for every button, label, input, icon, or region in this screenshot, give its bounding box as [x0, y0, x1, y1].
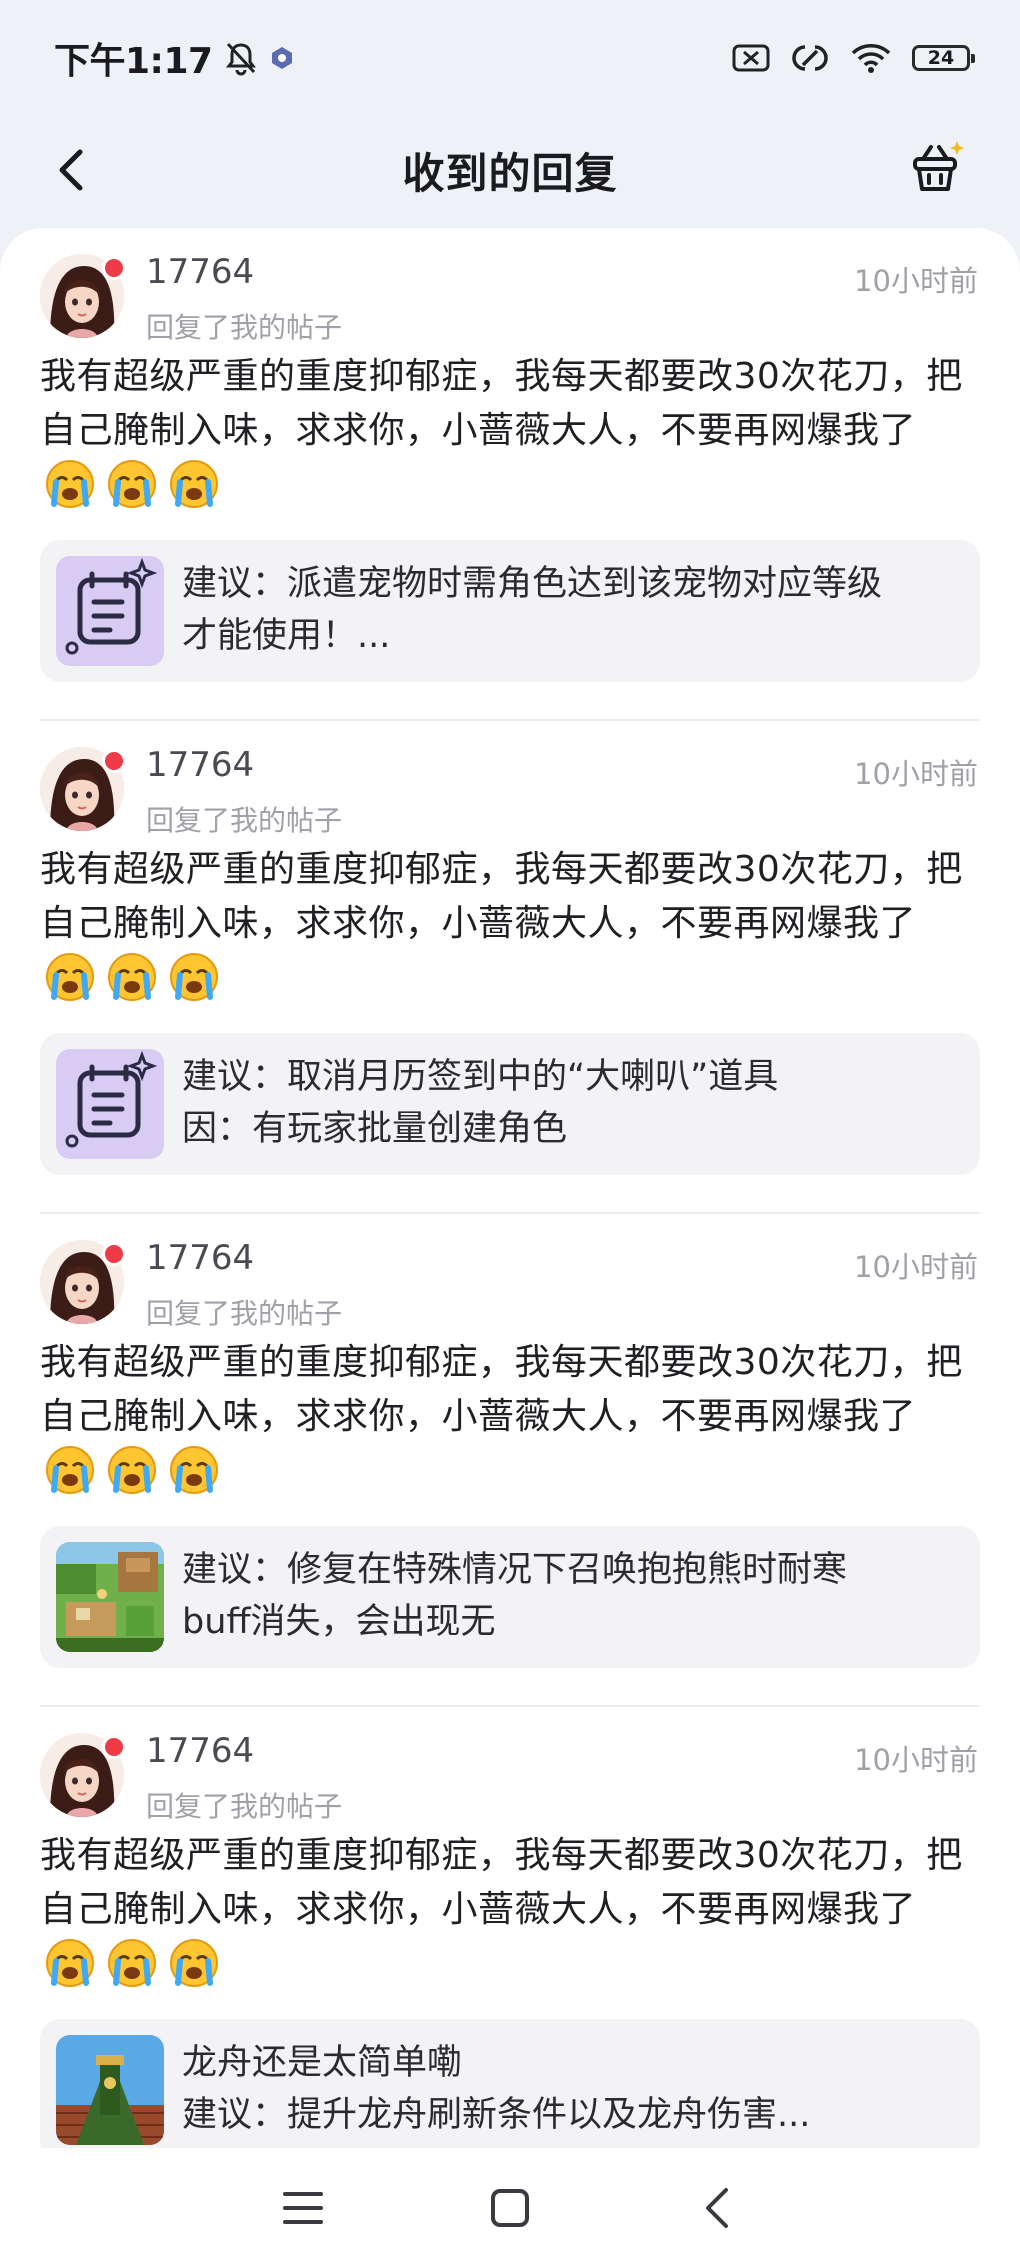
reply-action-label: 回复了我的帖子 — [146, 804, 343, 837]
crying-face-icon — [108, 1446, 156, 1494]
battery-icon: 24 — [912, 44, 975, 71]
reply-content[interactable]: 我有超级严重的重度抑郁症，我每天都要改30次花刀，把自己腌制入味，求求你，小蔷薇… — [40, 1336, 980, 1500]
unread-dot — [102, 1242, 126, 1266]
reply-action-label: 回复了我的帖子 — [146, 1297, 343, 1330]
chevron-left-icon — [59, 149, 83, 191]
quoted-line-1: 建议：派遣宠物时需角色达到该宠物对应等级 — [182, 564, 883, 604]
status-time: 下午1:17 — [54, 40, 213, 82]
reply-item[interactable]: 17764 回复了我的帖子 10小时前 我有超级严重的重度抑郁症，我每天都要改3… — [40, 1707, 980, 2148]
quoted-post[interactable]: 建议：派遣宠物时需角色达到该宠物对应等级 才能使用！... — [40, 540, 980, 682]
mute-bell-icon — [225, 42, 256, 75]
system-back-button[interactable] — [687, 2178, 747, 2238]
reply-text: 我有超级严重的重度抑郁症，我每天都要改30次花刀，把自己腌制入味，求求你，小蔷薇… — [40, 1835, 963, 1930]
quoted-post[interactable]: 龙舟还是太简单嘞 建议：提升龙舟刷新条件以及龙舟伤害... — [40, 2019, 980, 2148]
reply-item[interactable]: 17764 回复了我的帖子 10小时前 我有超级严重的重度抑郁症，我每天都要改3… — [40, 721, 980, 1214]
shop-button[interactable] — [902, 127, 972, 207]
crying-face-icon — [108, 1939, 156, 1987]
quoted-line-1: 建议：修复在特殊情况下召唤抱抱熊时耐寒 — [182, 1550, 848, 1590]
sim-off-icon — [732, 44, 770, 71]
crying-face-icon — [170, 1446, 218, 1494]
quoted-text: 建议：派遣宠物时需角色达到该宠物对应等级 才能使用！... — [182, 558, 962, 662]
crying-face-icon — [170, 1939, 218, 1987]
status-bar: 下午1:17 24 — [0, 0, 1020, 115]
back-button[interactable] — [52, 135, 112, 205]
reply-time: 10小时前 — [854, 264, 978, 298]
emoji-group — [44, 951, 220, 1003]
username[interactable]: 17764 — [146, 745, 254, 785]
app-notification-icon — [271, 46, 292, 69]
battery-level: 24 — [927, 46, 955, 69]
home-icon — [490, 2188, 529, 2227]
quoted-post[interactable]: 建议：取消月历签到中的“大喇叭”道具 因：有玩家批量创建角色 — [40, 1033, 980, 1175]
quoted-line-1: 建议：取消月历签到中的“大喇叭”道具 — [182, 1057, 779, 1097]
emoji-group — [44, 1937, 220, 1989]
shopping-basket-icon — [913, 141, 964, 191]
reply-text: 我有超级严重的重度抑郁症，我每天都要改30次花刀，把自己腌制入味，求求你，小蔷薇… — [40, 356, 963, 451]
quoted-post[interactable]: 建议：修复在特殊情况下召唤抱抱熊时耐寒 buff消失，会出现无 — [40, 1526, 980, 1668]
suggestion-note-icon — [56, 1049, 164, 1159]
emoji-group — [44, 1444, 220, 1496]
avatar[interactable] — [40, 1240, 126, 1324]
wifi-icon — [851, 43, 891, 73]
status-right: 24 — [732, 42, 975, 74]
dragon-boat-thumb — [56, 2035, 164, 2145]
crying-face-icon — [108, 460, 156, 508]
reply-content[interactable]: 我有超级严重的重度抑郁症，我每天都要改30次花刀，把自己腌制入味，求求你，小蔷薇… — [40, 1829, 980, 1993]
reply-time: 10小时前 — [854, 757, 978, 791]
crying-face-icon — [46, 460, 94, 508]
reply-item[interactable]: 17764 回复了我的帖子 10小时前 我有超级严重的重度抑郁症，我每天都要改3… — [40, 228, 980, 721]
crying-face-icon — [46, 1939, 94, 1987]
unread-dot — [102, 749, 126, 773]
menu-icon — [283, 2191, 324, 2224]
crying-face-icon — [170, 460, 218, 508]
page-header: 收到的回复 — [0, 115, 1020, 225]
username[interactable]: 17764 — [146, 252, 254, 292]
reply-text: 我有超级严重的重度抑郁症，我每天都要改30次花刀，把自己腌制入味，求求你，小蔷薇… — [40, 1342, 963, 1437]
reply-action-label: 回复了我的帖子 — [146, 311, 343, 344]
crying-face-icon — [170, 953, 218, 1001]
crying-face-icon — [46, 1446, 94, 1494]
quoted-line-1: 龙舟还是太简单嘞 — [182, 2043, 463, 2083]
reply-time: 10小时前 — [854, 1250, 978, 1284]
page-title: 收到的回复 — [402, 148, 618, 198]
quoted-text: 龙舟还是太简单嘞 建议：提升龙舟刷新条件以及龙舟伤害... — [182, 2037, 962, 2141]
emoji-group — [44, 458, 220, 510]
hd-link-icon — [792, 44, 828, 71]
status-left: 下午1:17 — [54, 32, 295, 84]
suggestion-note-icon — [56, 556, 164, 666]
menu-button[interactable] — [273, 2178, 333, 2238]
reply-content[interactable]: 我有超级严重的重度抑郁症，我每天都要改30次花刀，把自己腌制入味，求求你，小蔷薇… — [40, 843, 980, 1007]
quoted-text: 建议：取消月历签到中的“大喇叭”道具 因：有玩家批量创建角色 — [182, 1051, 962, 1155]
reply-text: 我有超级严重的重度抑郁症，我每天都要改30次花刀，把自己腌制入味，求求你，小蔷薇… — [40, 849, 963, 944]
unread-dot — [102, 1735, 126, 1759]
avatar[interactable] — [40, 254, 126, 338]
quoted-line-2: 才能使用！... — [182, 616, 391, 656]
back-icon — [705, 2187, 728, 2228]
crying-face-icon — [46, 953, 94, 1001]
avatar[interactable] — [40, 747, 126, 831]
quoted-text: 建议：修复在特殊情况下召唤抱抱熊时耐寒 buff消失，会出现无 — [182, 1544, 962, 1648]
reply-content[interactable]: 我有超级严重的重度抑郁症，我每天都要改30次花刀，把自己腌制入味，求求你，小蔷薇… — [40, 350, 980, 514]
crying-face-icon — [108, 953, 156, 1001]
home-button[interactable] — [480, 2178, 540, 2238]
reply-action-label: 回复了我的帖子 — [146, 1790, 343, 1823]
quoted-line-2: 因：有玩家批量创建角色 — [182, 1109, 568, 1149]
avatar[interactable] — [40, 1733, 126, 1817]
reply-list: 17764 回复了我的帖子 10小时前 我有超级严重的重度抑郁症，我每天都要改3… — [0, 228, 1020, 2148]
reply-item[interactable]: 17764 回复了我的帖子 10小时前 我有超级严重的重度抑郁症，我每天都要改3… — [40, 1214, 980, 1707]
username[interactable]: 17764 — [146, 1238, 254, 1278]
username[interactable]: 17764 — [146, 1731, 254, 1771]
system-nav-bar — [0, 2148, 1020, 2267]
unread-dot — [102, 256, 126, 280]
quoted-line-2: buff消失，会出现无 — [182, 1602, 496, 1642]
reply-time: 10小时前 — [854, 1743, 978, 1777]
quoted-line-2: 建议：提升龙舟刷新条件以及龙舟伤害... — [182, 2095, 811, 2135]
game-screenshot-thumb — [56, 1542, 164, 1652]
